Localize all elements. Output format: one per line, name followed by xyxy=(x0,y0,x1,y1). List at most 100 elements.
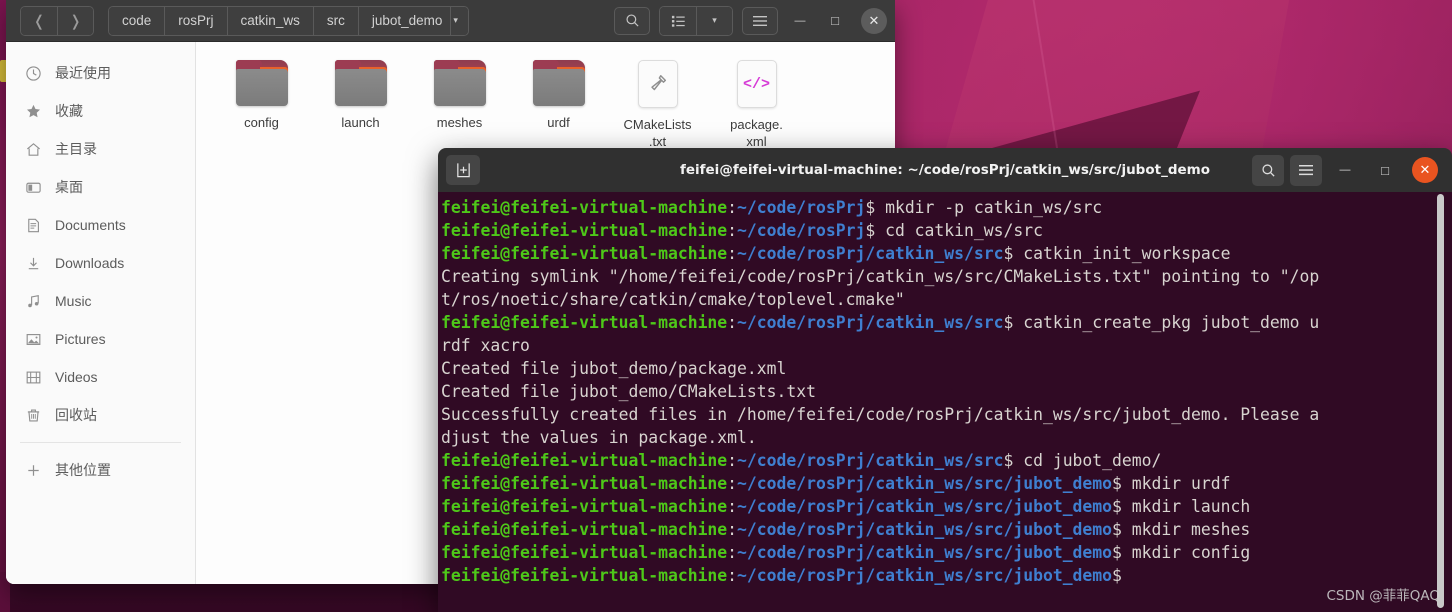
back-button[interactable]: ❬ xyxy=(21,6,57,35)
terminal-prompt-line: feifei@feifei-virtual-machine:~/code/ros… xyxy=(441,543,1251,562)
list-view-icon xyxy=(671,15,685,27)
terminal-search-button[interactable] xyxy=(1252,154,1284,186)
sidebar-item-label: Videos xyxy=(55,369,98,385)
file-label: launch xyxy=(341,115,380,130)
terminal-body[interactable]: feifei@feifei-virtual-machine:~/code/ros… xyxy=(438,192,1452,612)
terminal-prompt-line: feifei@feifei-virtual-machine:~/code/ros… xyxy=(441,474,1231,493)
breadcrumb-item-catkin-ws[interactable]: catkin_ws xyxy=(227,6,314,35)
breadcrumb: code rosPrj catkin_ws src jubot_demo ▾ xyxy=(108,5,469,36)
terminal-prompt-line: feifei@feifei-virtual-machine:~/code/ros… xyxy=(441,520,1251,539)
star-icon xyxy=(24,102,42,120)
folder-icon xyxy=(235,60,288,106)
chevron-down-icon[interactable]: ▾ xyxy=(451,6,468,35)
main-menu-button[interactable] xyxy=(742,6,778,35)
watermark: CSDN @菲菲QAQ xyxy=(1326,588,1440,604)
sidebar-item-home[interactable]: 主目录 xyxy=(6,130,195,168)
terminal-output-line: Created file jubot_demo/CMakeLists.txt xyxy=(441,382,816,401)
forward-button[interactable]: ❭ xyxy=(57,6,93,35)
new-tab-button[interactable] xyxy=(446,155,480,185)
terminal-output-line: rdf xacro xyxy=(441,336,530,355)
terminal-prompt-line: feifei@feifei-virtual-machine:~/code/ros… xyxy=(441,198,1103,217)
view-options-button[interactable]: ▾ xyxy=(696,6,732,35)
terminal-minimize-button[interactable]: — xyxy=(1331,156,1359,184)
search-button[interactable] xyxy=(614,6,650,35)
file-item-launch[interactable]: launch xyxy=(311,56,410,150)
chevron-left-icon: ❬ xyxy=(32,12,46,30)
sidebar-item-label: 桌面 xyxy=(55,179,83,195)
file-item-meshes[interactable]: meshes xyxy=(410,56,509,150)
search-icon xyxy=(1261,163,1275,177)
chevron-down-icon: ▾ xyxy=(712,15,717,25)
sidebar-item-desktop[interactable]: 桌面 xyxy=(6,168,195,206)
sidebar-item-label: 回收站 xyxy=(55,407,97,423)
search-icon xyxy=(625,14,639,27)
file-manager-toolbar: ▾ — □ ✕ xyxy=(614,5,887,36)
terminal-output-line: Created file jubot_demo/package.xml xyxy=(441,359,787,378)
terminal-prompt-line: feifei@feifei-virtual-machine:~/code/ros… xyxy=(441,313,1320,332)
sidebar-item-trash[interactable]: 回收站 xyxy=(6,396,195,434)
maximize-button[interactable]: □ xyxy=(822,8,848,34)
maximize-icon: □ xyxy=(1381,162,1389,178)
breadcrumb-item-rosprj[interactable]: rosPrj xyxy=(165,6,228,35)
terminal-output-line: Creating symlink "/home/feifei/code/rosP… xyxy=(441,267,1320,286)
sidebar-item-downloads[interactable]: Downloads xyxy=(6,244,195,282)
sidebar-item-other-locations[interactable]: 其他位置 xyxy=(6,451,195,489)
sidebar-item-label: 最近使用 xyxy=(55,65,111,81)
close-icon: ✕ xyxy=(1419,162,1431,177)
minimize-button[interactable]: — xyxy=(787,8,813,34)
sidebar-item-music[interactable]: Music xyxy=(6,282,195,320)
terminal-prompt-line: feifei@feifei-virtual-machine:~/code/ros… xyxy=(441,244,1231,263)
breadcrumb-item-src[interactable]: src xyxy=(313,6,359,35)
file-item-cmakelists[interactable]: CMakeLists .txt xyxy=(608,56,707,150)
close-button[interactable]: ✕ xyxy=(861,7,887,34)
hamburger-icon xyxy=(1299,165,1313,176)
chevron-right-icon: ❭ xyxy=(69,12,82,30)
minimize-icon: — xyxy=(1339,164,1351,176)
video-icon xyxy=(24,368,42,386)
file-item-config[interactable]: config xyxy=(212,56,311,150)
terminal-maximize-button[interactable]: □ xyxy=(1371,156,1399,184)
list-view-button[interactable] xyxy=(660,6,696,35)
breadcrumb-item-code[interactable]: code xyxy=(109,6,166,35)
file-manager-header: ❬ ❭ code rosPrj catkin_ws src jubot_demo… xyxy=(6,0,895,42)
close-icon: ✕ xyxy=(868,12,880,28)
maximize-icon: □ xyxy=(831,13,839,28)
xml-file-icon: </> xyxy=(736,60,777,108)
file-label: config xyxy=(244,115,279,130)
sidebar-item-recent[interactable]: 最近使用 xyxy=(6,54,195,92)
sidebar-item-label: Pictures xyxy=(55,331,106,347)
terminal-prompt-line: feifei@feifei-virtual-machine:~/code/ros… xyxy=(441,566,1122,585)
terminal-menu-button[interactable] xyxy=(1290,154,1322,186)
code-glyph: </> xyxy=(742,75,770,93)
sidebar-item-documents[interactable]: Documents xyxy=(6,206,195,244)
sidebar-item-label: Music xyxy=(55,293,92,309)
folder-icon xyxy=(433,60,486,106)
sidebar-item-label: 主目录 xyxy=(55,141,97,157)
terminal-close-button[interactable]: ✕ xyxy=(1412,157,1438,183)
terminal-scrollbar[interactable] xyxy=(1437,194,1444,608)
document-icon xyxy=(24,216,42,234)
terminal-output-line: t/ros/noetic/share/catkin/cmake/toplevel… xyxy=(441,290,905,309)
sidebar-item-starred[interactable]: 收藏 xyxy=(6,92,195,130)
sidebar-item-videos[interactable]: Videos xyxy=(6,358,195,396)
folder-icon xyxy=(532,60,585,106)
hamburger-icon xyxy=(753,15,767,26)
file-label: urdf xyxy=(547,115,570,130)
file-item-package-xml[interactable]: </> package. xml xyxy=(707,56,806,150)
sidebar-item-pictures[interactable]: Pictures xyxy=(6,320,195,358)
view-button-group: ▾ xyxy=(659,5,733,36)
trash-icon xyxy=(24,406,42,424)
sidebar-divider xyxy=(20,442,181,443)
folder-icon xyxy=(334,60,387,106)
terminal-window-controls: — □ ✕ xyxy=(1252,154,1444,186)
desktop-icon xyxy=(24,178,42,196)
file-item-urdf[interactable]: urdf xyxy=(509,56,608,150)
plus-icon xyxy=(24,461,42,479)
build-file-icon xyxy=(637,60,678,108)
breadcrumb-item-jubot-demo[interactable]: jubot_demo xyxy=(358,6,452,35)
terminal-output-line: djust the values in package.xml. xyxy=(441,428,757,447)
clock-icon xyxy=(24,64,42,82)
sidebar-item-label: 收藏 xyxy=(55,103,83,119)
terminal-window: feifei@feifei-virtual-machine: ~/code/ro… xyxy=(438,148,1452,612)
navigation-button-group: ❬ ❭ xyxy=(20,5,94,36)
